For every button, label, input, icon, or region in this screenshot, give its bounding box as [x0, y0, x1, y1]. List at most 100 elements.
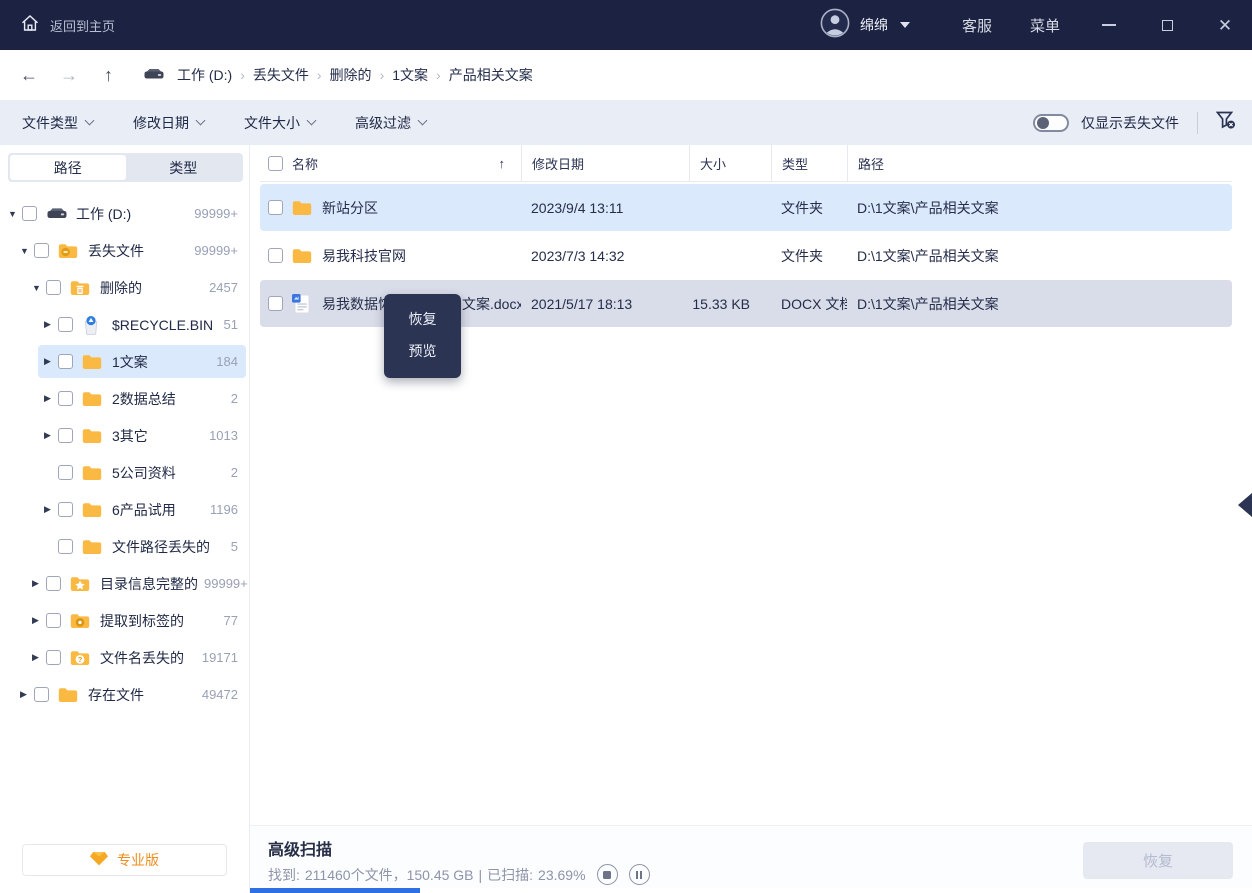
folder-tag-icon: [70, 613, 92, 629]
expander-icon[interactable]: ▼: [32, 283, 46, 293]
recover-button[interactable]: 恢复: [1083, 842, 1233, 879]
column-date[interactable]: 修改日期: [521, 145, 689, 181]
checkbox[interactable]: [58, 539, 73, 554]
checkbox[interactable]: [268, 200, 283, 215]
tree-item-count: 49472: [196, 687, 238, 702]
tree-item-label: 6产品试用: [112, 500, 176, 520]
tree-item[interactable]: ▼丢失文件99999+: [0, 232, 250, 269]
expander-icon[interactable]: ▼: [20, 246, 34, 256]
tree-item-label: 2数据总结: [112, 389, 176, 409]
checkbox[interactable]: [58, 465, 73, 480]
expander-icon[interactable]: ▶: [32, 652, 46, 663]
expander-icon[interactable]: ▶: [44, 504, 58, 515]
column-name[interactable]: 名称 ↑: [260, 145, 521, 181]
checkbox[interactable]: [46, 613, 61, 628]
checkbox[interactable]: [58, 354, 73, 369]
tree-item[interactable]: ▶3其它1013: [0, 417, 250, 454]
expander-icon[interactable]: ▶: [32, 578, 46, 589]
checkbox[interactable]: [34, 687, 49, 702]
expander-icon[interactable]: ▶: [44, 430, 58, 441]
filterbar-divider: [1197, 112, 1198, 134]
pause-icon: [636, 871, 643, 879]
tree-item[interactable]: ▶$RECYCLE.BIN51: [0, 306, 250, 343]
pause-button[interactable]: [629, 864, 650, 885]
support-button[interactable]: 客服: [962, 15, 992, 36]
reset-filter-icon[interactable]: [1216, 111, 1236, 135]
checkbox[interactable]: [58, 502, 73, 517]
tree-item[interactable]: ▶提取到标签的77: [0, 602, 250, 639]
expander-icon[interactable]: ▶: [44, 319, 58, 330]
select-all-checkbox[interactable]: [268, 156, 283, 171]
filter-dropdown-0[interactable]: 文件类型: [22, 113, 93, 133]
found-label: 找到:: [268, 865, 300, 885]
expander-icon[interactable]: ▶: [44, 393, 58, 404]
filterbar: 文件类型修改日期文件大小高级过滤 仅显示丢失文件: [0, 100, 1252, 145]
tree-item[interactable]: ▶6产品试用1196: [0, 491, 250, 528]
tree-item-label: 3其它: [112, 426, 148, 446]
expander-icon[interactable]: ▶: [32, 615, 46, 626]
folder-icon: [82, 354, 104, 370]
expander-icon[interactable]: ▶: [44, 356, 58, 367]
user-account[interactable]: 绵绵: [820, 8, 910, 43]
checkbox[interactable]: [58, 391, 73, 406]
column-path[interactable]: 路径: [847, 145, 1232, 181]
tree-item[interactable]: ▶?文件名丢失的19171: [0, 639, 250, 676]
forward-button[interactable]: →: [60, 65, 78, 86]
breadcrumb-item[interactable]: 工作 (D:): [175, 65, 234, 85]
breadcrumb-item[interactable]: 删除的: [328, 65, 374, 85]
tree-item[interactable]: ▶2数据总结2: [0, 380, 250, 417]
expander-icon[interactable]: ▼: [8, 209, 22, 219]
home-button[interactable]: 返回到主页: [20, 13, 115, 38]
filter-dropdown-3[interactable]: 高级过滤: [355, 113, 426, 133]
tree-item[interactable]: 5公司资料2: [0, 454, 250, 491]
stop-button[interactable]: [597, 864, 618, 885]
tree-item[interactable]: ▶1文案184: [0, 343, 250, 380]
context-menu-item-recover[interactable]: 恢复: [384, 303, 461, 335]
checkbox[interactable]: [46, 576, 61, 591]
collapse-panel-handle[interactable]: [1238, 493, 1252, 517]
maximize-button[interactable]: [1158, 16, 1176, 34]
minimize-button[interactable]: [1100, 16, 1118, 34]
tree-item-count: 184: [210, 354, 238, 369]
tree-item[interactable]: ▼工作 (D:)99999+: [0, 195, 250, 232]
checkbox[interactable]: [34, 243, 49, 258]
column-type[interactable]: 类型: [771, 145, 847, 181]
table-row[interactable]: 易我科技官网2023/7/3 14:32文件夹D:\1文案\产品相关文案: [260, 232, 1232, 279]
back-button[interactable]: ←: [20, 65, 38, 86]
checkbox[interactable]: [268, 296, 283, 311]
checkbox[interactable]: [58, 317, 73, 332]
breadcrumb-item[interactable]: 产品相关文案: [447, 65, 535, 85]
checkbox[interactable]: [58, 428, 73, 443]
column-size[interactable]: 大小: [689, 145, 771, 181]
upgrade-button[interactable]: 专业版: [22, 844, 227, 876]
checkbox[interactable]: [268, 248, 283, 263]
breadcrumb-item[interactable]: 丢失文件: [251, 65, 311, 85]
tree-item[interactable]: 文件路径丢失的5: [0, 528, 250, 565]
menu-button[interactable]: 菜单: [1030, 15, 1060, 36]
folder-icon: [82, 428, 104, 444]
tree-item[interactable]: ▼删除的2457: [0, 269, 250, 306]
folder-icon: [292, 200, 314, 216]
filter-dropdown-1[interactable]: 修改日期: [133, 113, 204, 133]
context-menu-item-preview[interactable]: 预览: [384, 335, 461, 367]
file-size: [689, 232, 771, 279]
breadcrumb-item[interactable]: 1文案: [390, 65, 430, 85]
up-button[interactable]: ↑: [104, 65, 113, 86]
tree-item[interactable]: ▶目录信息完整的99999+: [0, 565, 250, 602]
scan-progress-bar: [250, 888, 420, 893]
tab-type[interactable]: 类型: [126, 155, 242, 180]
expander-icon[interactable]: ▶: [20, 689, 34, 700]
close-button[interactable]: ✕: [1216, 16, 1234, 34]
tab-path[interactable]: 路径: [10, 155, 126, 180]
tree-item[interactable]: ▶存在文件49472: [0, 676, 250, 713]
scan-status-line: 找到: 211460个文件，150.45 GB | 已扫描: 23.69%: [268, 864, 650, 885]
table-row[interactable]: 新站分区2023/9/4 13:11文件夹D:\1文案\产品相关文案: [260, 184, 1232, 231]
filter-dropdown-2[interactable]: 文件大小: [244, 113, 315, 133]
checkbox[interactable]: [46, 650, 61, 665]
checkbox[interactable]: [46, 280, 61, 295]
sort-arrow-icon[interactable]: ↑: [499, 156, 506, 171]
file-name: 新站分区: [322, 198, 378, 218]
lost-files-toggle[interactable]: [1033, 114, 1069, 132]
scanned-label: 已扫描:: [487, 865, 533, 885]
checkbox[interactable]: [22, 206, 37, 221]
